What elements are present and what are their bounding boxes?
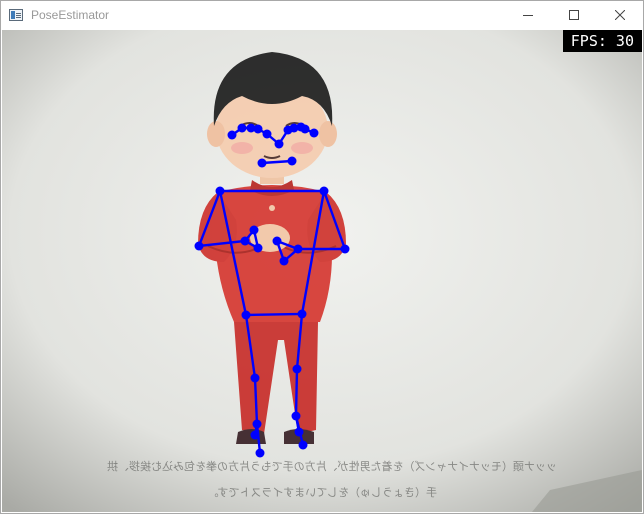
title-bar[interactable]: PoseEstimator [1,1,643,29]
window-controls [505,1,643,29]
fps-counter: FPS: 30 [562,30,642,52]
close-button[interactable] [597,1,643,29]
camera-frame: ッッナ頭（モッナイナャンズ）を着た男性が、片方の手でもう片方の拳を包み込む挨拶、… [2,30,642,512]
minimize-icon [523,15,533,16]
app-window-icon [9,9,23,21]
maximize-icon [569,10,579,20]
caption-line-1: ッッナ頭（モッナイナャンズ）を着た男性が、片方の手でもう片方の拳を包み込む挨拶、… [107,459,557,473]
caption-line-2: 手（きょうしゅ）をしていますイラストです。 [208,485,437,499]
camera-image: ッッナ頭（モッナイナャンズ）を着た男性が、片方の手でもう片方の拳を包み込む挨拶、… [2,30,642,512]
maximize-button[interactable] [551,1,597,29]
app-window: PoseEstimator ッッナ頭（モッナイナャンズ）を着た男性が、片方の手で… [0,0,644,514]
close-icon [615,10,625,20]
window-title: PoseEstimator [31,8,110,22]
minimize-button[interactable] [505,1,551,29]
